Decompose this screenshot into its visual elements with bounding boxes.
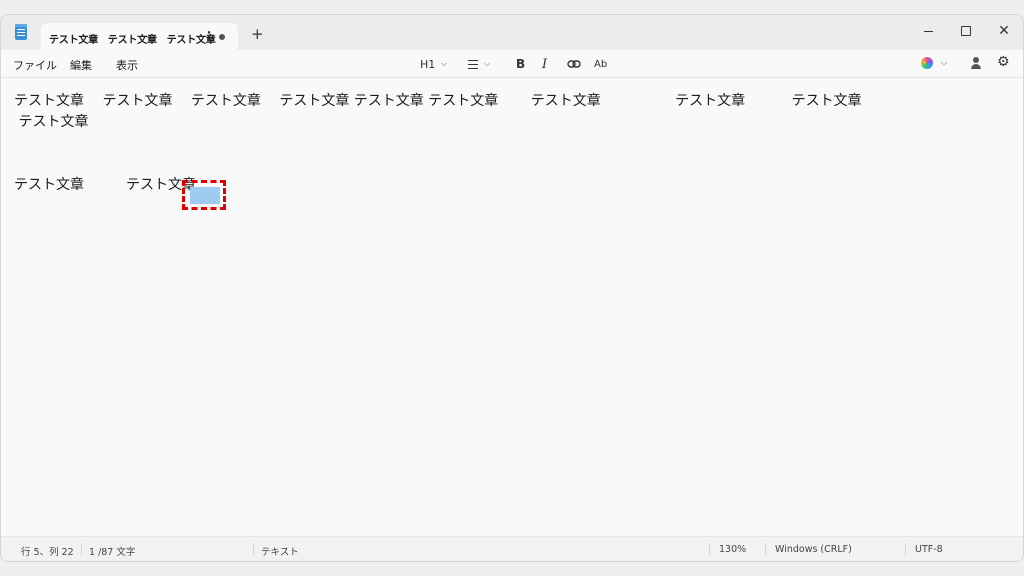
text-format[interactable]: テキスト bbox=[261, 544, 299, 558]
minimize-icon bbox=[923, 30, 933, 32]
menu-file[interactable]: ファイル bbox=[13, 57, 57, 73]
menu-view[interactable]: 表示 bbox=[116, 57, 138, 73]
unsaved-dot-icon bbox=[219, 34, 225, 40]
status-divider bbox=[81, 543, 82, 556]
encoding[interactable]: UTF-8 bbox=[915, 544, 943, 555]
document-tab[interactable]: テスト文章 テスト文章 テスト文章 ⋮ bbox=[41, 23, 238, 51]
link-icon bbox=[567, 60, 581, 68]
zoom-level[interactable]: 130% bbox=[719, 544, 746, 555]
maximize-icon bbox=[961, 26, 971, 36]
editor-line-3: テスト文章 テスト文章 bbox=[14, 177, 196, 193]
notepad-app-icon bbox=[15, 24, 27, 40]
text-editor[interactable]: テスト文章 テスト文章 テスト文章 テスト文章 テスト文章 テスト文章 テスト文… bbox=[1, 78, 1023, 535]
heading-label: H1 bbox=[420, 57, 436, 71]
copilot-icon[interactable] bbox=[921, 57, 933, 69]
italic-button[interactable]: I bbox=[542, 55, 547, 73]
status-divider bbox=[765, 543, 766, 556]
notepad-window: テスト文章 テスト文章 テスト文章 ⋮ + ✕ ファイル 編集 表示 H1 ⌵ … bbox=[0, 14, 1024, 562]
spellcheck-button[interactable]: Ab bbox=[594, 55, 607, 73]
chevron-down-icon: ⌵ bbox=[441, 59, 448, 68]
settings-gear-icon[interactable]: ⚙ bbox=[997, 54, 1010, 70]
status-divider bbox=[709, 543, 710, 556]
list-dropdown[interactable]: ⌵ bbox=[468, 55, 490, 73]
bulleted-list-icon bbox=[468, 59, 478, 69]
status-divider bbox=[253, 543, 254, 556]
editor-line-1: テスト文章 テスト文章 テスト文章 テスト文章 テスト文章 テスト文章 テスト文… bbox=[14, 93, 862, 109]
tab-more-icon[interactable]: ⋮ bbox=[203, 29, 215, 43]
menu-toolbar: ファイル 編集 表示 H1 ⌵ ⌵ B I Ab ⌵ ⚙ bbox=[1, 50, 1023, 78]
maximize-button[interactable] bbox=[946, 19, 986, 43]
close-button[interactable]: ✕ bbox=[984, 19, 1023, 43]
editor-line-2: テスト文章 bbox=[14, 114, 89, 130]
account-icon[interactable] bbox=[970, 57, 982, 69]
title-bar: テスト文章 テスト文章 テスト文章 ⋮ + ✕ bbox=[1, 15, 1023, 51]
menu-edit[interactable]: 編集 bbox=[70, 57, 92, 73]
chevron-down-icon: ⌵ bbox=[484, 59, 491, 68]
bold-button[interactable]: B bbox=[516, 55, 525, 73]
line-ending[interactable]: Windows (CRLF) bbox=[775, 544, 852, 555]
heading-dropdown[interactable]: H1 ⌵ bbox=[420, 55, 447, 73]
chevron-down-icon[interactable]: ⌵ bbox=[941, 58, 947, 68]
status-bar: 行 5、列 22 1 /87 文字 テキスト 130% Windows (CRL… bbox=[1, 536, 1023, 561]
annotation-highlight-box bbox=[182, 180, 226, 210]
minimize-button[interactable] bbox=[908, 19, 948, 43]
link-button[interactable] bbox=[567, 55, 581, 73]
char-count: 1 /87 文字 bbox=[89, 547, 136, 558]
new-tab-button[interactable]: + bbox=[251, 27, 264, 42]
status-divider bbox=[905, 543, 906, 556]
cursor-position: 行 5、列 22 bbox=[21, 547, 74, 558]
tab-title: テスト文章 テスト文章 テスト文章 bbox=[49, 35, 216, 46]
